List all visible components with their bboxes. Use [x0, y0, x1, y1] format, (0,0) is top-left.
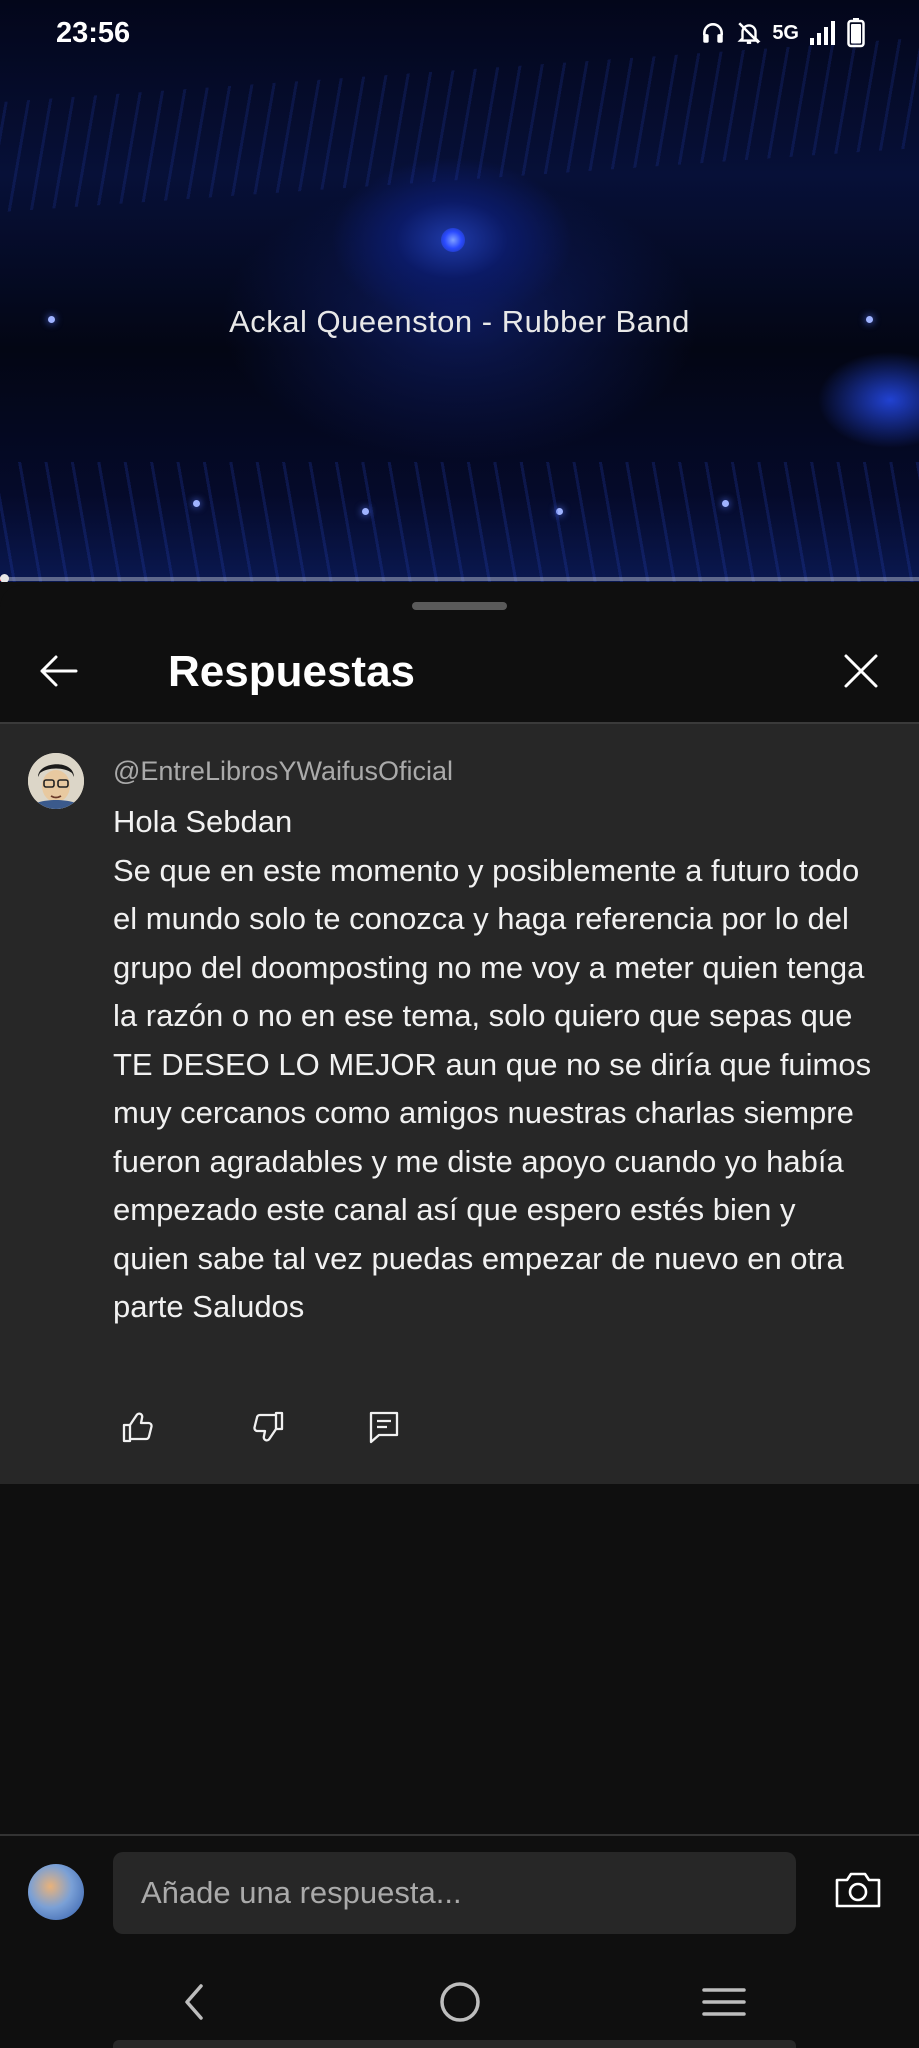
- dislike-icon: [250, 1409, 286, 1450]
- user-avatar[interactable]: [28, 1864, 84, 1920]
- next-item-preview: [113, 2040, 796, 2048]
- dislike-button[interactable]: [243, 1404, 293, 1454]
- nav-home-button[interactable]: [434, 1978, 486, 2030]
- reply-icon: [366, 1409, 402, 1450]
- comment-author[interactable]: @EntreLibrosYWaifusOficial: [113, 756, 453, 787]
- camera-button[interactable]: [828, 1866, 888, 1918]
- back-arrow-icon: [36, 649, 80, 698]
- reply-input[interactable]: Añade una respuesta...: [113, 1852, 796, 1934]
- video-title: Ackal Queenston - Rubber Band: [229, 304, 690, 339]
- comment-text: Hola Sebdan Se que en este momento y pos…: [113, 804, 872, 1324]
- back-button[interactable]: [28, 643, 88, 703]
- close-icon: [841, 651, 881, 696]
- video-light-orb: [441, 228, 465, 252]
- video-sparkle: [722, 500, 729, 507]
- menu-lines-icon: [702, 1984, 746, 2025]
- nav-back-button[interactable]: [168, 1978, 220, 2030]
- network-type: 5G: [772, 21, 799, 44]
- reply-button[interactable]: [359, 1404, 409, 1454]
- video-sparkle: [556, 508, 563, 515]
- reply-input-placeholder: Añade una respuesta...: [141, 1875, 462, 1910]
- headphones-icon: [700, 20, 726, 46]
- panel-title: Respuestas: [168, 647, 416, 696]
- video-sparkle: [362, 508, 369, 515]
- notifications-muted-icon: [736, 20, 762, 46]
- nav-recents-button[interactable]: [698, 1978, 750, 2030]
- video-progress-bar[interactable]: [0, 574, 919, 582]
- home-circle-icon: [438, 1980, 482, 2029]
- close-button[interactable]: [831, 643, 891, 703]
- video-player[interactable]: Ackal Queenston - Rubber Band: [0, 0, 919, 582]
- reply-bar-divider: [0, 1834, 919, 1836]
- comment-actions: [113, 1404, 409, 1454]
- status-bar: 23:56 5G: [0, 0, 919, 66]
- battery-icon: [847, 18, 865, 48]
- like-button[interactable]: [113, 1404, 163, 1454]
- signal-icon: [809, 20, 837, 46]
- camera-icon: [834, 1871, 882, 1914]
- status-time: 23:56: [56, 16, 131, 49]
- replies-sheet: Respuestas @EntreLibrosYWaifusOficial Ho…: [0, 585, 919, 2048]
- status-icons: 5G: [700, 18, 865, 48]
- like-icon: [120, 1409, 156, 1450]
- system-navigation-bar: [0, 1960, 919, 2048]
- avatar[interactable]: [28, 753, 84, 809]
- video-progress-knob[interactable]: [0, 574, 9, 582]
- video-sparkle: [193, 500, 200, 507]
- parent-comment: @EntreLibrosYWaifusOficial Hola Sebdan S…: [0, 724, 919, 1484]
- drag-handle[interactable]: [412, 602, 507, 610]
- replies-header: Respuestas: [0, 625, 919, 721]
- chevron-left-icon: [179, 1982, 209, 2027]
